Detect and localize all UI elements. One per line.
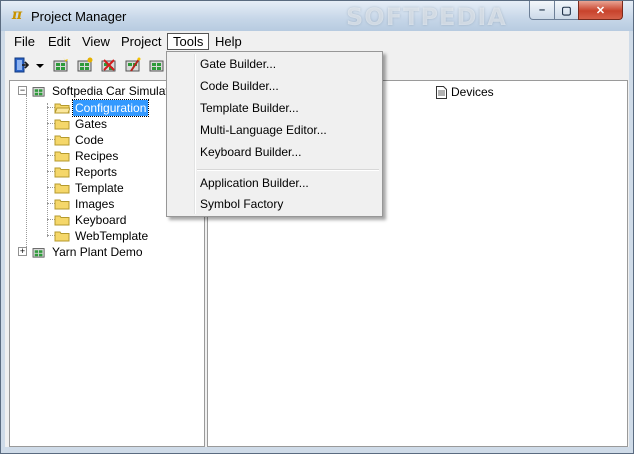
menu-edit[interactable]: Edit xyxy=(43,33,75,50)
tree-item-keyboard[interactable]: Keyboard xyxy=(54,211,128,227)
tree-item-label: Images xyxy=(75,196,115,211)
project-node-icon xyxy=(32,247,45,258)
tree-item-label: WebTemplate xyxy=(75,228,149,243)
tree-item-gates[interactable]: Gates xyxy=(54,115,109,131)
tree-item-configuration[interactable]: Configuration xyxy=(54,98,150,117)
menu-separator xyxy=(197,169,379,171)
folder-icon xyxy=(54,183,70,194)
folder-icon xyxy=(54,231,70,242)
menu-item-code-builder[interactable]: Code Builder... xyxy=(200,76,279,96)
tree-item-label: Recipes xyxy=(75,148,119,163)
menu-item-template-builder[interactable]: Template Builder... xyxy=(200,98,299,118)
project-node-icon xyxy=(32,86,45,97)
folder-icon xyxy=(54,215,70,226)
tree-collapse-toggle[interactable]: − xyxy=(18,86,27,95)
tree-expand-toggle[interactable]: + xyxy=(18,247,27,256)
tree-item-webtemplate[interactable]: WebTemplate xyxy=(54,227,150,243)
menu-item-symbol-factory[interactable]: Symbol Factory xyxy=(200,194,283,214)
tree-item-images[interactable]: Images xyxy=(54,195,116,211)
menu-project[interactable]: Project xyxy=(116,33,166,50)
folder-icon xyxy=(54,167,70,178)
window-title: Project Manager xyxy=(31,9,127,24)
tree-item-code[interactable]: Code xyxy=(54,131,106,147)
tree-item-label: Reports xyxy=(75,164,118,179)
title-bar[interactable]: π Project Manager SOFTPEDIA – ▢ ✕ xyxy=(1,1,633,31)
tree-item-root-2[interactable]: Yarn Plant Demo xyxy=(31,243,145,259)
menu-view[interactable]: View xyxy=(77,33,115,50)
project-properties-icon[interactable] xyxy=(149,57,165,73)
close-icon: ✕ xyxy=(595,4,606,17)
list-item-devices[interactable]: Devices xyxy=(436,84,494,100)
dropdown-arrow-icon[interactable] xyxy=(35,57,45,73)
project-open-icon[interactable] xyxy=(77,57,93,73)
tree-item-label: Gates xyxy=(75,116,108,131)
tree-item-label: Code xyxy=(75,132,104,147)
tree-connector xyxy=(26,95,27,255)
watermark-logo: SOFTPEDIA xyxy=(346,3,507,31)
tree-item-label: Yarn Plant Demo xyxy=(52,244,143,259)
project-wizard-icon[interactable] xyxy=(125,57,141,73)
folder-open-icon xyxy=(54,103,70,114)
menu-gutter xyxy=(194,54,196,214)
menu-bar: File Edit View Project Tools Help xyxy=(5,31,629,53)
tree-item-label: Keyboard xyxy=(75,212,127,227)
tools-dropdown-menu: Gate Builder... Code Builder... Template… xyxy=(166,51,383,217)
close-button[interactable]: ✕ xyxy=(578,1,623,20)
folder-icon xyxy=(54,151,70,162)
project-delete-icon[interactable] xyxy=(101,57,117,73)
tree-item-reports[interactable]: Reports xyxy=(54,163,119,179)
document-icon xyxy=(436,86,447,100)
maximize-button[interactable]: ▢ xyxy=(554,1,579,20)
minimize-button[interactable]: – xyxy=(529,1,555,20)
menu-help[interactable]: Help xyxy=(210,33,247,50)
folder-icon xyxy=(54,119,70,130)
tree-item-recipes[interactable]: Recipes xyxy=(54,147,120,163)
menu-file[interactable]: File xyxy=(9,33,40,50)
app-pi-icon[interactable]: π xyxy=(10,8,24,22)
tree-item-template[interactable]: Template xyxy=(54,179,126,195)
folder-icon xyxy=(54,199,70,210)
maximize-icon: ▢ xyxy=(561,4,572,17)
list-item-label: Devices xyxy=(451,85,494,99)
menu-item-multi-language-editor[interactable]: Multi-Language Editor... xyxy=(200,120,327,140)
menu-item-application-builder[interactable]: Application Builder... xyxy=(200,173,309,193)
minimize-icon: – xyxy=(538,4,546,16)
tree-item-label: Template xyxy=(75,180,124,195)
menu-item-gate-builder[interactable]: Gate Builder... xyxy=(200,54,276,74)
folder-icon xyxy=(54,135,70,146)
project-manager-window: π Project Manager SOFTPEDIA – ▢ ✕ File E… xyxy=(0,0,634,454)
menu-tools[interactable]: Tools xyxy=(167,33,210,50)
tree-item-label: Configuration xyxy=(71,98,150,117)
project-icon[interactable] xyxy=(53,57,69,73)
menu-item-keyboard-builder[interactable]: Keyboard Builder... xyxy=(200,142,301,162)
exit-icon[interactable] xyxy=(13,57,29,73)
tree-item-root-1[interactable]: Softpedia Car Simulation xyxy=(31,82,187,98)
